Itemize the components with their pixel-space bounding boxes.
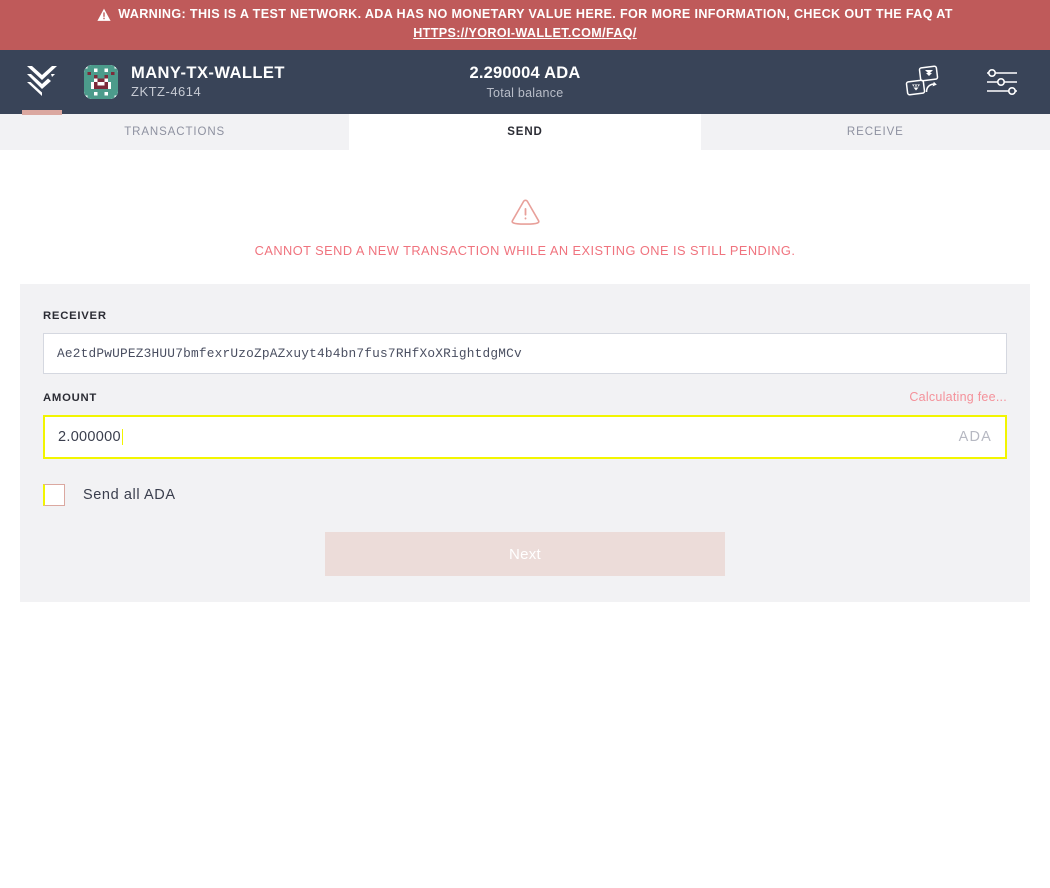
- wallet-tabs: TRANSACTIONS SEND RECEIVE: [0, 114, 1050, 151]
- yoroi-logo-icon: [25, 63, 59, 102]
- wallet-plate-id: ZKTZ-4614: [131, 84, 202, 100]
- tab-send[interactable]: SEND: [350, 114, 700, 150]
- receiver-input[interactable]: Ae2tdPwUPEZ3HUU7bmfexrUzoZpAZxuyt4b4bn7f…: [43, 333, 1007, 374]
- settings-sliders-icon: [985, 68, 1019, 96]
- switch-wallet-icon: [904, 65, 944, 99]
- wallet-identity[interactable]: MANY-TX-WALLET ZKTZ-4614: [84, 64, 285, 100]
- tab-transactions[interactable]: TRANSACTIONS: [0, 114, 351, 150]
- send-page-content: CANNOT SEND A NEW TRANSACTION WHILE AN E…: [0, 151, 1050, 602]
- warning-triangle-icon: [97, 8, 111, 22]
- tab-receive[interactable]: RECEIVE: [699, 114, 1050, 150]
- banner-faq-link[interactable]: HTTPS://YOROI-WALLET.COM/FAQ/: [413, 25, 637, 41]
- switch-wallet-button[interactable]: [904, 62, 944, 102]
- amount-unit-label: ADA: [958, 429, 992, 445]
- fee-status-text: Calculating fee...: [909, 390, 1007, 404]
- send-all-checkbox[interactable]: [43, 484, 65, 506]
- receiver-label: RECEIVER: [43, 310, 107, 322]
- amount-input[interactable]: 2.000000 ADA: [43, 415, 1007, 459]
- banner-warning-line: WARNING: THIS IS A TEST NETWORK. ADA HAS…: [97, 7, 953, 23]
- banner-warning-text: WARNING: THIS IS A TEST NETWORK. ADA HAS…: [118, 7, 953, 22]
- amount-input-value: 2.000000: [58, 429, 121, 445]
- send-form-card: RECEIVER Ae2tdPwUPEZ3HUU7bmfexrUzoZpAZxu…: [20, 284, 1030, 602]
- header-actions: [904, 62, 1028, 102]
- test-network-banner: WARNING: THIS IS A TEST NETWORK. ADA HAS…: [0, 0, 1050, 50]
- yoroi-logo-button[interactable]: [0, 50, 84, 115]
- wallet-header-bar: MANY-TX-WALLET ZKTZ-4614 2.290004 ADA To…: [0, 50, 1050, 115]
- settings-button[interactable]: [982, 62, 1022, 102]
- amount-label: AMOUNT: [43, 392, 98, 404]
- wallet-name: MANY-TX-WALLET: [131, 63, 285, 82]
- warning-triangle-outline-icon: [510, 199, 541, 226]
- send-all-row[interactable]: Send all ADA: [43, 484, 1007, 506]
- pending-transaction-warning: CANNOT SEND A NEW TRANSACTION WHILE AN E…: [0, 151, 1050, 258]
- balance-label: Total balance: [486, 85, 564, 100]
- next-button[interactable]: Next: [325, 532, 725, 576]
- pending-warning-text: CANNOT SEND A NEW TRANSACTION WHILE AN E…: [254, 243, 796, 258]
- next-button-wrap: Next: [43, 532, 1007, 576]
- balance-amount: 2.290004 ADA: [469, 64, 581, 83]
- send-all-label: Send all ADA: [83, 487, 176, 503]
- amount-field-group: AMOUNT Calculating fee... 2.000000 ADA: [43, 390, 1007, 459]
- logo-active-underline: [22, 110, 62, 115]
- text-caret: [121, 429, 124, 445]
- receiver-field-group: RECEIVER Ae2tdPwUPEZ3HUU7bmfexrUzoZpAZxu…: [43, 310, 1007, 374]
- wallet-identicon-avatar: [84, 64, 118, 99]
